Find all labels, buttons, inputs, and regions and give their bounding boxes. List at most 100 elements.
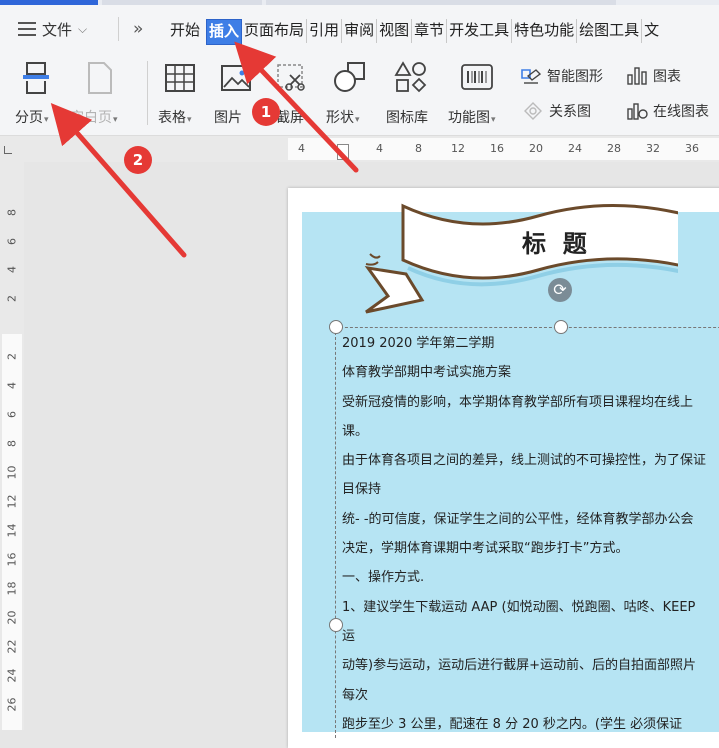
- tab-page-layout[interactable]: 页面布局: [242, 19, 308, 43]
- tab-review[interactable]: 审阅: [342, 19, 378, 43]
- doc-line: 决定，学期体育课期中考试采取“跑步打卡”方式。: [342, 541, 629, 557]
- resize-handle[interactable]: [329, 618, 343, 632]
- tab-references[interactable]: 引用: [307, 19, 343, 43]
- ruler-tick: 10: [5, 465, 19, 480]
- document-body[interactable]: 2019 2020 学年第二学期 体育教学部期中考试实施方案 受新冠疫情的影响，…: [342, 334, 719, 744]
- tab-insert[interactable]: 插入: [206, 19, 243, 45]
- vertical-ruler[interactable]: 8 6 4 2 2 4 6 8 10 12 14 16 18 20 22 24 …: [0, 162, 24, 730]
- doc-line: 每次: [342, 687, 369, 703]
- bar-chart-icon: [627, 67, 647, 85]
- ruler-tick: 6: [5, 238, 19, 245]
- ruler-tick: 8: [5, 440, 19, 447]
- ruler-tick: 4: [376, 142, 383, 155]
- shape-icon: [334, 62, 365, 92]
- online-chart-button[interactable]: 在线图表: [626, 101, 709, 121]
- ruler-tick: 16: [5, 552, 19, 567]
- file-menu-label: 文件: [42, 20, 73, 39]
- online-chart-label: 在线图表: [653, 104, 709, 120]
- icon-library-button[interactable]: 图标库: [384, 59, 438, 129]
- doc-line: 目保持: [342, 482, 382, 498]
- page-break-button[interactable]: 分页▾: [12, 59, 60, 129]
- chevron-down-icon: ⌵: [78, 21, 88, 36]
- indent-marker[interactable]: [337, 144, 349, 160]
- tab-view[interactable]: 视图: [377, 19, 413, 43]
- icon-library-icon: [394, 61, 427, 93]
- function-chart-label: 功能图: [448, 110, 490, 126]
- page-break-icon: [23, 62, 49, 94]
- blank-page-button[interactable]: 空白页▾: [68, 59, 134, 129]
- picture-label: 图片: [214, 110, 242, 126]
- function-chart-button[interactable]: 功能图▾: [446, 59, 510, 129]
- relation-chart-icon: [524, 102, 542, 120]
- ruler-tick: 36: [685, 142, 699, 155]
- hamburger-icon: [18, 22, 36, 36]
- chevron-down-icon: ▾: [305, 115, 310, 125]
- ruler-tick: 20: [5, 610, 19, 625]
- table-button[interactable]: 表格▾: [156, 59, 206, 129]
- ribbon-banner: [364, 203, 678, 314]
- ruler-tick: 32: [646, 142, 660, 155]
- barcode-icon: [461, 64, 493, 90]
- chart-button[interactable]: 图表: [626, 66, 681, 86]
- picture-icon: [221, 65, 251, 91]
- tab-section[interactable]: 章节: [412, 19, 448, 43]
- ruler-tick: 16: [490, 142, 504, 155]
- smart-shape-label: 智能图形: [547, 69, 603, 85]
- doc-line: 动等)参与运动，运动后进行截屏+运动前、后的自拍面部照片: [342, 658, 696, 674]
- tab-drawing-tools[interactable]: 绘图工具: [577, 19, 643, 43]
- chevron-down-icon: ▾: [491, 115, 496, 125]
- resize-handle[interactable]: [554, 320, 568, 334]
- doc-line: 统- -的可信度，保证学生之间的公平性，经体育教学部办公会: [342, 511, 694, 527]
- horizontal-ruler[interactable]: 4 4 8 12 16 20 24 28 32 36: [0, 136, 719, 162]
- screenshot-icon: [277, 64, 305, 91]
- ruler-tick: 8: [415, 142, 422, 155]
- ruler-tick: 28: [607, 142, 621, 155]
- tab-stop-marker[interactable]: [4, 146, 12, 154]
- doc-line: 体育教学部期中考试实施方案: [342, 365, 512, 381]
- resize-handle[interactable]: [329, 320, 343, 334]
- ruler-tick: 4: [5, 382, 19, 389]
- table-icon: [165, 64, 195, 92]
- doc-line: 受新冠疫情的影响，本学期体育教学部所有项目课程均在线上: [342, 394, 694, 410]
- annotation-badge-2: 2: [124, 146, 152, 174]
- file-menu[interactable]: 文件 ⌵: [18, 18, 87, 40]
- more-tabs-icon[interactable]: »: [133, 19, 143, 39]
- relation-chart-button[interactable]: 关系图: [522, 101, 591, 121]
- ribbon-toolbar: 分页▾ 空白页▾ 表格▾ 图片 截屏▾ 形状▾ 图标库 功能图▾ 智能图形 图表…: [0, 51, 719, 136]
- tab-text[interactable]: 文: [642, 19, 661, 43]
- online-chart-icon: [627, 103, 648, 120]
- chart-label: 图表: [653, 69, 681, 85]
- ruler-tick: 8: [5, 209, 19, 216]
- ruler-tick: 20: [529, 142, 543, 155]
- tab-developer[interactable]: 开发工具: [447, 19, 513, 43]
- screenshot-label: 截屏: [276, 110, 304, 126]
- ruler-tick: 12: [5, 494, 19, 509]
- table-label: 表格: [158, 110, 186, 126]
- doc-line: 一、操作方式.: [342, 570, 425, 586]
- ribbon-tabs: 开始 插入 页面布局 引用 审阅 视图 章节 开发工具 特色功能 绘图工具 文: [168, 19, 661, 45]
- doc-line: 2019 2020 学年第二学期: [342, 336, 495, 351]
- shape-button[interactable]: 形状▾: [324, 59, 376, 129]
- ruler-tick: 14: [5, 523, 19, 538]
- chevron-down-icon: ▾: [187, 115, 192, 125]
- tab-features[interactable]: 特色功能: [512, 19, 578, 43]
- ruler-tick: 22: [5, 639, 19, 654]
- blank-page-icon: [88, 62, 112, 94]
- ruler-tick: 4: [5, 266, 19, 273]
- rotate-handle-icon[interactable]: ⟳: [548, 278, 572, 302]
- doc-line: 由于体育各项目之间的差异，线上测试的不可操控性，为了保证: [342, 453, 707, 469]
- chevron-down-icon: ▾: [113, 115, 118, 125]
- doc-line: 课。: [342, 423, 369, 439]
- banner-title: 标 题: [522, 229, 587, 258]
- smart-shape-button[interactable]: 智能图形: [520, 66, 603, 86]
- blank-page-label: 空白页: [70, 110, 112, 126]
- picture-button[interactable]: 图片: [212, 59, 258, 129]
- icon-library-label: 图标库: [386, 110, 428, 126]
- page-break-label: 分页: [15, 110, 43, 126]
- ruler-tick: 2: [5, 295, 19, 302]
- relation-chart-label: 关系图: [549, 104, 591, 120]
- ruler-tick: 6: [5, 411, 19, 418]
- annotation-badge-1: 1: [252, 98, 280, 126]
- tab-home[interactable]: 开始: [168, 19, 202, 43]
- menu-bar: 文件 ⌵ » 开始 插入 页面布局 引用 审阅 视图 章节 开发工具 特色功能 …: [0, 5, 719, 51]
